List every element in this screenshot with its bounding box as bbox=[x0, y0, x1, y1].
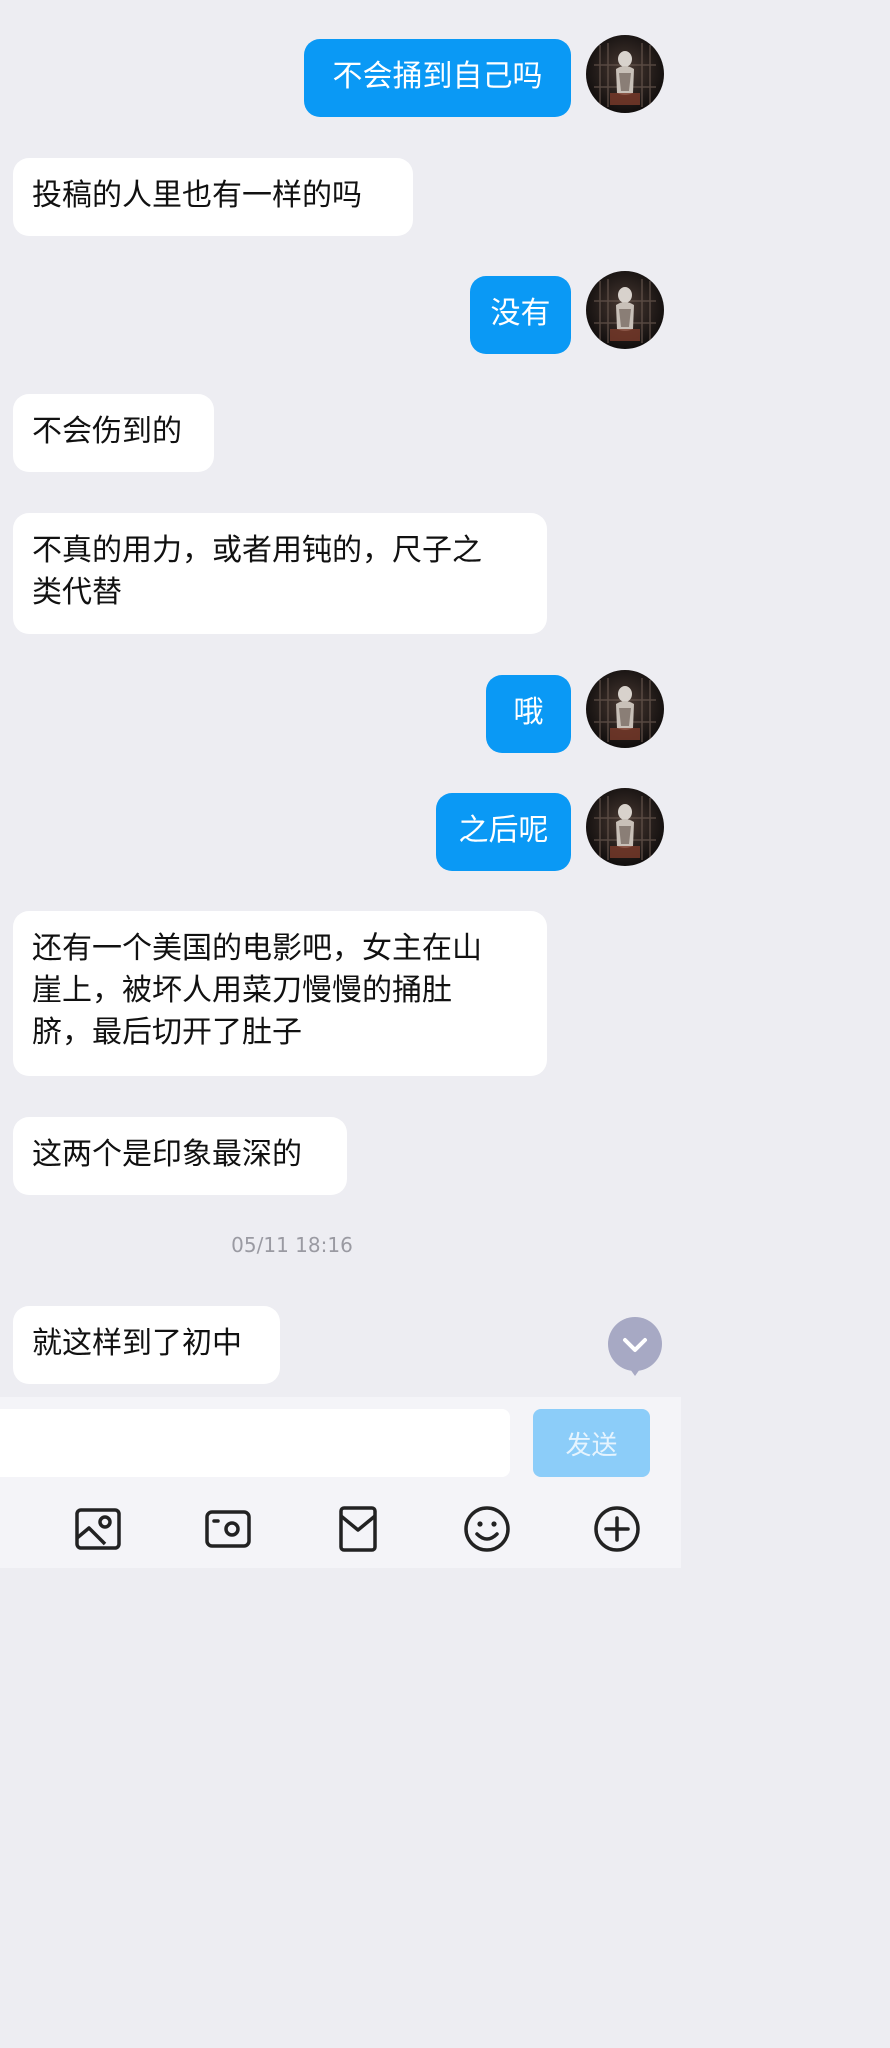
incoming-message-bubble[interactable]: 就这样到了初中 bbox=[13, 1306, 280, 1384]
red-packet-button[interactable] bbox=[333, 1504, 383, 1554]
avatar[interactable] bbox=[586, 35, 664, 113]
incoming-message-bubble[interactable]: 这两个是印象最深的 bbox=[13, 1117, 347, 1195]
camera-button[interactable] bbox=[203, 1504, 253, 1554]
message-timestamp: 05/11 18:16 bbox=[231, 1233, 353, 1257]
plus-icon bbox=[594, 1506, 640, 1552]
avatar[interactable] bbox=[586, 271, 664, 349]
incoming-message-bubble[interactable]: 不会伤到的 bbox=[13, 394, 214, 472]
message-input[interactable] bbox=[0, 1409, 510, 1477]
avatar-image bbox=[586, 788, 664, 866]
incoming-message-bubble[interactable]: 投稿的人里也有一样的吗 bbox=[13, 158, 413, 236]
chevron-down-icon bbox=[608, 1317, 662, 1376]
outgoing-message-bubble[interactable]: 不会捅到自己吗 bbox=[304, 39, 571, 117]
plus-button[interactable] bbox=[592, 1504, 642, 1554]
image-button[interactable] bbox=[73, 1504, 123, 1554]
incoming-message-bubble[interactable]: 不真的用力，或者用钝的，尺子之 类代替 bbox=[13, 513, 547, 634]
avatar-image bbox=[586, 670, 664, 748]
emoji-icon bbox=[464, 1506, 510, 1552]
outgoing-message-bubble[interactable]: 没有 bbox=[470, 276, 571, 354]
outgoing-message-bubble[interactable]: 哦 bbox=[486, 675, 571, 753]
avatar[interactable] bbox=[586, 788, 664, 866]
camera-icon bbox=[205, 1510, 251, 1548]
emoji-button[interactable] bbox=[462, 1504, 512, 1554]
incoming-message-bubble[interactable]: 还有一个美国的电影吧，女主在山 崖上，被坏人用菜刀慢慢的捅肚 脐，最后切开了肚子 bbox=[13, 911, 547, 1076]
image-icon bbox=[75, 1508, 121, 1550]
avatar[interactable] bbox=[586, 670, 664, 748]
red-packet-icon bbox=[339, 1506, 377, 1552]
avatar-image bbox=[586, 271, 664, 349]
scroll-to-bottom-button[interactable] bbox=[608, 1317, 662, 1376]
send-button[interactable]: 发送 bbox=[533, 1409, 650, 1477]
outgoing-message-bubble[interactable]: 之后呢 bbox=[436, 793, 571, 871]
avatar-image bbox=[586, 35, 664, 113]
